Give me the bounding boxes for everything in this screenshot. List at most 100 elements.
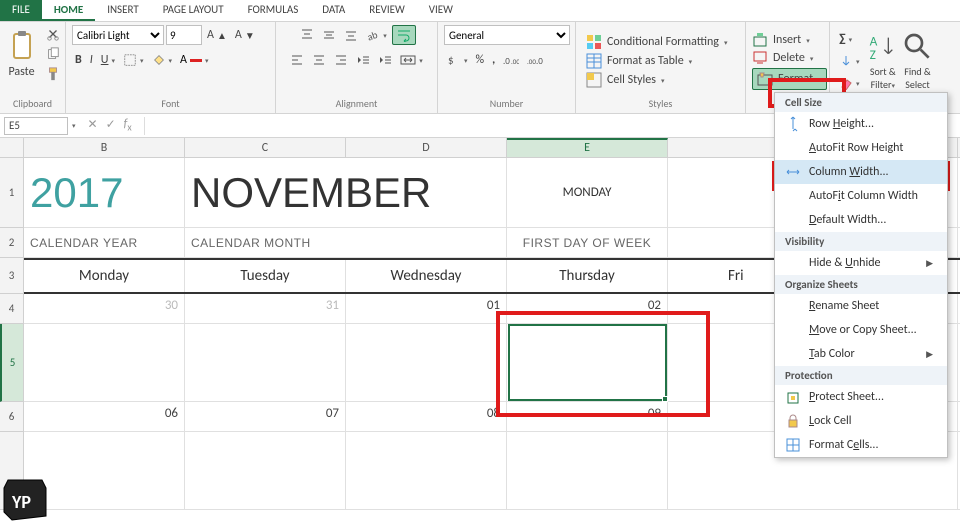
tab-formulas[interactable]: FORMULAS <box>236 0 311 21</box>
menu-lock-cell[interactable]: Lock Cell <box>775 409 947 433</box>
cell-styles-button[interactable]: Cell Styles▾ <box>586 72 727 88</box>
row-header-4[interactable]: 4 <box>0 294 24 324</box>
font-color-button[interactable]: A▾ <box>177 51 211 69</box>
date-cell[interactable]: 01 <box>346 294 507 323</box>
menu-default-width[interactable]: Default Width... <box>775 208 947 232</box>
find-select-button[interactable]: Find & Select <box>901 65 934 91</box>
cancel-formula-icon[interactable]: ✕ <box>88 117 98 133</box>
month-label: CALENDAR MONTH <box>185 228 507 257</box>
menu-row-height[interactable]: Row Height... <box>775 112 947 136</box>
wrap-text-button[interactable] <box>392 25 416 45</box>
merge-center-button[interactable]: ▾ <box>397 51 426 69</box>
format-as-table-button[interactable]: Format as Table▾ <box>586 53 727 69</box>
grid-cell[interactable] <box>24 324 185 401</box>
delete-cells-button[interactable]: Delete▾ <box>752 50 827 66</box>
cut-button[interactable] <box>43 25 63 43</box>
underline-button[interactable]: U▾ <box>98 51 118 69</box>
align-middle-button[interactable] <box>319 26 339 44</box>
row-header-2[interactable]: 2 <box>0 228 24 258</box>
menu-autofit-col[interactable]: AutoFit Column Width <box>775 184 947 208</box>
menu-move-copy-sheet[interactable]: Move or Copy Sheet... <box>775 318 947 342</box>
orientation-button[interactable]: ab▾ <box>363 26 390 44</box>
grid-cell[interactable] <box>185 324 346 401</box>
date-cell[interactable]: 07 <box>185 402 346 431</box>
bold-button[interactable]: B <box>72 51 85 69</box>
clear-button[interactable]: ▾ <box>836 74 863 92</box>
date-cell[interactable]: 30 <box>24 294 185 323</box>
dayhead-thu: Thursday <box>507 260 668 292</box>
date-cell[interactable]: 02 <box>507 294 668 323</box>
col-header-c[interactable]: C <box>185 138 346 157</box>
fx-icon[interactable]: fx <box>124 117 132 133</box>
row-header-6[interactable]: 6 <box>0 402 24 432</box>
menu-protect-sheet[interactable]: Protect Sheet... <box>775 385 947 409</box>
align-right-button[interactable] <box>331 51 351 69</box>
menu-tab-color[interactable]: Tab Color▶ <box>775 342 947 366</box>
date-cell[interactable]: 08 <box>346 402 507 431</box>
font-name-select[interactable]: Calibri Light <box>72 25 164 45</box>
col-header-d[interactable]: D <box>346 138 507 157</box>
paste-button[interactable]: Paste <box>3 28 41 81</box>
tab-file[interactable]: FILE <box>0 0 42 21</box>
align-bottom-button[interactable] <box>341 26 361 44</box>
format-cells-button[interactable]: Format▾ <box>752 68 827 90</box>
month-value[interactable]: NOVEMBER <box>191 169 431 217</box>
sort-filter-button[interactable]: Sort & Filter▾ <box>867 65 900 91</box>
accounting-button[interactable]: $▾ <box>444 51 471 69</box>
fill-button[interactable]: ▾ <box>836 52 863 70</box>
align-top-button[interactable] <box>297 26 317 44</box>
copy-button[interactable] <box>43 45 63 63</box>
autosum-button[interactable]: ∑▾ <box>836 30 863 48</box>
menu-autofit-row[interactable]: AutoFit Row Height <box>775 136 947 160</box>
menu-column-width[interactable]: Column Width... <box>775 160 947 184</box>
menu-format-cells[interactable]: Format Cells... <box>775 433 947 457</box>
col-header-e[interactable]: E <box>507 138 668 157</box>
weekday-value[interactable]: MONDAY <box>563 185 612 200</box>
italic-button[interactable]: I <box>87 51 96 69</box>
grid-cell-e5[interactable] <box>507 324 668 401</box>
decrease-indent-button[interactable] <box>353 51 373 69</box>
name-box[interactable]: E5 <box>4 117 68 135</box>
row-header-3[interactable]: 3 <box>0 258 24 294</box>
percent-button[interactable]: % <box>473 51 488 69</box>
tab-view[interactable]: VIEW <box>417 0 465 21</box>
borders-button[interactable]: ▾ <box>120 51 147 69</box>
menu-rename-sheet[interactable]: Rename Sheet <box>775 294 947 318</box>
date-cell[interactable]: 06 <box>24 402 185 431</box>
number-format-select[interactable]: General <box>444 25 570 45</box>
tab-insert[interactable]: INSERT <box>95 0 151 21</box>
tab-data[interactable]: DATA <box>310 0 357 21</box>
date-cell[interactable]: 31 <box>185 294 346 323</box>
row-header-1[interactable]: 1 <box>0 158 24 228</box>
protect-sheet-icon <box>785 389 801 405</box>
increase-decimal-button[interactable]: .0.00 <box>500 52 522 68</box>
font-size-input[interactable] <box>166 25 202 45</box>
align-center-button[interactable] <box>309 51 329 69</box>
dayhead-tue: Tuesday <box>185 260 346 292</box>
format-painter-button[interactable] <box>43 65 63 83</box>
tab-review[interactable]: REVIEW <box>357 0 417 21</box>
fill-color-button[interactable]: ▾ <box>149 51 176 69</box>
cell-styles-icon <box>586 72 602 88</box>
namebox-dropdown[interactable]: ▾ <box>72 121 76 130</box>
svg-text:.0: .0 <box>536 56 543 66</box>
decrease-font-button[interactable]: A▼ <box>232 26 258 44</box>
date-cell[interactable]: 09 <box>507 402 668 431</box>
decrease-decimal-button[interactable]: .00.0 <box>524 52 546 68</box>
row-header-5[interactable]: 5 <box>0 324 24 402</box>
col-header-b[interactable]: B <box>24 138 185 157</box>
comma-button[interactable]: , <box>489 51 498 69</box>
grid-cell[interactable] <box>346 324 507 401</box>
increase-font-button[interactable]: A▲ <box>204 26 230 44</box>
year-value[interactable]: 2017 <box>30 169 123 217</box>
svg-text:YP: YP <box>11 491 31 513</box>
conditional-formatting-button[interactable]: Conditional Formatting▾ <box>586 34 727 50</box>
enter-formula-icon[interactable]: ✓ <box>106 117 116 133</box>
insert-cells-button[interactable]: Insert▾ <box>752 32 827 48</box>
dayhead-wed: Wednesday <box>346 260 507 292</box>
tab-page-layout[interactable]: PAGE LAYOUT <box>151 0 236 21</box>
menu-hide-unhide[interactable]: Hide & Unhide▶ <box>775 251 947 275</box>
increase-indent-button[interactable] <box>375 51 395 69</box>
align-left-button[interactable] <box>287 51 307 69</box>
tab-home[interactable]: HOME <box>42 0 95 21</box>
